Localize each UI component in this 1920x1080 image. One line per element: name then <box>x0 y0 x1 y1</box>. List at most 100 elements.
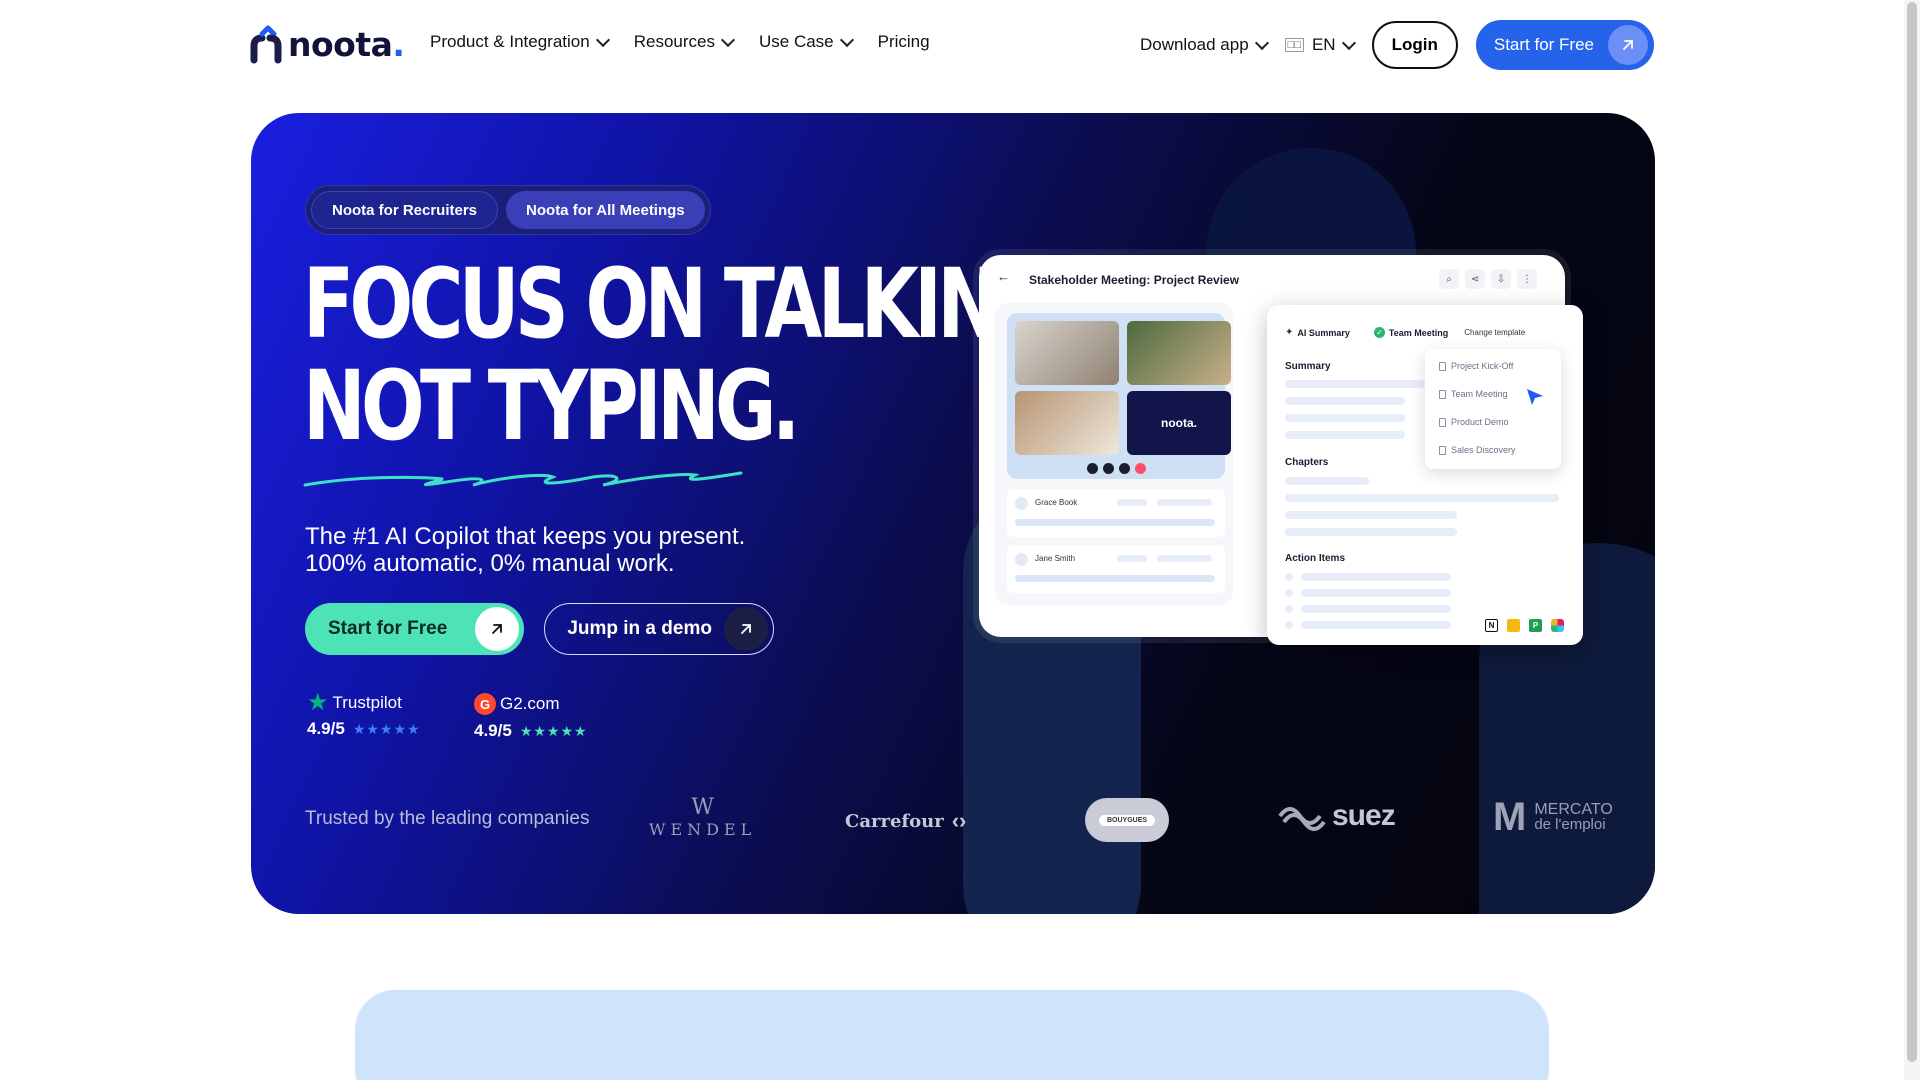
noota-logo[interactable]: noota. <box>250 24 405 64</box>
nav-resources[interactable]: Resources <box>633 32 736 52</box>
mercato-logo: M MERCATO de l'emploi <box>1493 797 1613 837</box>
trustpilot-star-icon: ★ <box>307 689 329 716</box>
transcript-row: Jane Smith <box>1007 545 1225 593</box>
trustpilot-label: Trustpilot <box>332 693 402 712</box>
g2-label: G2.com <box>500 694 560 713</box>
participant-video-1 <box>1015 321 1119 385</box>
page-scrollbar[interactable] <box>1904 0 1920 1080</box>
chevron-down-icon <box>1341 35 1356 50</box>
template-option[interactable]: Project Kick-Off <box>1439 361 1513 371</box>
summary-tabs: ✦ AI Summary ✓ Team Meeting Change templ… <box>1285 327 1525 338</box>
nav-use-case[interactable]: Use Case <box>759 32 854 52</box>
flag-icon: □□ <box>1284 38 1304 52</box>
document-icon <box>1439 417 1446 427</box>
info-icon <box>1119 463 1130 474</box>
g2-logo-icon: G <box>474 693 496 715</box>
download-icon: ⇩ <box>1491 269 1511 289</box>
transcript-row: Grace Book <box>1007 489 1225 537</box>
hero-subheadline: The #1 AI Copilot that keeps you present… <box>305 523 745 577</box>
hero-headline: FOCUS ON TALKING, NOT TYPING. <box>303 248 1080 462</box>
template-option[interactable]: Sales Discovery <box>1439 445 1516 455</box>
login-button[interactable]: Login <box>1371 21 1458 69</box>
start-free-hero-button[interactable]: Start for Free <box>305 603 525 655</box>
language-label: EN <box>1311 35 1336 54</box>
scrollbar-thumb[interactable] <box>1907 2 1917 1062</box>
template-dropdown: Project Kick-Off Team Meeting Product De… <box>1425 349 1561 469</box>
participant-name: Jane Smith <box>1035 554 1076 563</box>
search-icon: ⌕ <box>1439 269 1459 289</box>
jump-demo-button[interactable]: Jump in a demo <box>544 603 774 655</box>
subheadline-line-1: The #1 AI Copilot that keeps you present… <box>305 523 746 550</box>
mercato-text: MERCATO <box>1534 801 1613 818</box>
chevron-down-icon <box>1254 35 1269 50</box>
more-icon: ⋮ <box>1517 269 1537 289</box>
g2-stars-icon: ★★★★★ <box>519 722 588 739</box>
hero-section: Noota for Recruiters Noota for All Meeti… <box>251 113 1655 914</box>
noota-logo-icon <box>250 25 282 64</box>
hangup-icon <box>1135 463 1146 474</box>
document-icon <box>1439 361 1446 371</box>
tab-all-meetings[interactable]: Noota for All Meetings <box>506 191 705 229</box>
trusted-by-label: Trusted by the leading companies <box>305 808 590 829</box>
video-call-panel: noota. Grace Book Jane Smith <box>995 303 1233 605</box>
headline-line-1: FOCUS ON TALKING, <box>303 248 1080 360</box>
headline-line-2: NOT TYPING. <box>303 350 800 462</box>
suez-logo: suez <box>1276 799 1396 833</box>
wendel-logo: W WENDEL <box>649 795 756 839</box>
suez-text: suez <box>1332 799 1396 832</box>
check-icon: ✓ <box>1373 327 1385 338</box>
participant-video-3 <box>1015 391 1119 455</box>
sparkle-icon: ✦ <box>1285 327 1294 338</box>
summary-heading: Summary <box>1285 361 1331 372</box>
template-option[interactable]: Team Meeting <box>1439 389 1508 399</box>
jump-demo-label: Jump in a demo <box>567 618 712 639</box>
chevron-down-icon <box>595 32 610 47</box>
bouygues-text: BOUYGUES <box>1098 814 1156 826</box>
call-controls <box>1087 463 1146 474</box>
avatar <box>1015 497 1028 510</box>
language-selector[interactable]: □□ EN <box>1284 35 1356 55</box>
chevron-down-icon <box>839 32 854 47</box>
wendel-mark-icon: W <box>691 795 714 820</box>
logo-text: noota <box>288 24 393 64</box>
bouygues-logo: BOUYGUES <box>1085 798 1169 842</box>
download-app-menu[interactable]: Download app <box>1139 35 1269 55</box>
nav-link-label: Resources <box>633 32 715 51</box>
hero-cta-row: Start for Free Jump in a demo <box>305 603 774 655</box>
nav-link-label: Product & Integration <box>430 32 590 51</box>
nav-link-label: Pricing <box>877 32 930 51</box>
nav-actions: Download app □□ EN Login Start for Free <box>1140 20 1654 70</box>
cursor-pointer-icon <box>1527 389 1543 405</box>
logo-dot: . <box>392 24 405 64</box>
mockup-toolbar: ⌕ ⋖ ⇩ ⋮ <box>1439 269 1537 289</box>
document-icon <box>1439 445 1446 455</box>
change-template-button[interactable]: Change template <box>1464 328 1525 337</box>
download-app-label: Download app <box>1139 35 1249 54</box>
action-items-heading: Action Items <box>1285 553 1346 564</box>
subheadline-line-2: 100% automatic, 0% manual work. <box>305 550 675 577</box>
next-section-card <box>355 990 1549 1080</box>
google-docs-icon <box>1507 619 1520 632</box>
g2-score: 4.9/5 <box>474 721 512 740</box>
tab-team-meeting[interactable]: Team Meeting <box>1389 328 1448 338</box>
noota-tile-logo: noota. <box>1161 416 1197 430</box>
chevron-down-icon <box>720 32 736 47</box>
nav-product-integration[interactable]: Product & Integration <box>430 32 610 52</box>
tab-ai-summary[interactable]: AI Summary <box>1297 328 1350 338</box>
squiggle-underline <box>303 471 743 487</box>
wendel-text: WENDEL <box>649 820 757 839</box>
start-free-hero-label: Start for Free <box>328 618 448 639</box>
trustpilot-rating[interactable]: ★ Trustpilot 4.9/5 ★★★★★ <box>307 689 421 739</box>
template-option[interactable]: Product Demo <box>1439 417 1509 427</box>
start-free-nav-button[interactable]: Start for Free <box>1475 20 1654 70</box>
chapters-heading: Chapters <box>1285 457 1329 468</box>
g2-rating[interactable]: G G2.com 4.9/5 ★★★★★ <box>474 693 588 741</box>
integration-icons: N P <box>1485 619 1564 632</box>
carrefour-mark-icon: ‹› <box>951 808 967 833</box>
ai-summary-card: ✦ AI Summary ✓ Team Meeting Change templ… <box>1267 305 1583 645</box>
nav-pricing[interactable]: Pricing <box>878 32 930 52</box>
tab-recruiters[interactable]: Noota for Recruiters <box>311 191 499 229</box>
main-nav-links: Product & Integration Resources Use Case… <box>430 32 930 52</box>
arrow-up-right-icon <box>1608 25 1648 65</box>
avatar <box>1015 553 1028 566</box>
